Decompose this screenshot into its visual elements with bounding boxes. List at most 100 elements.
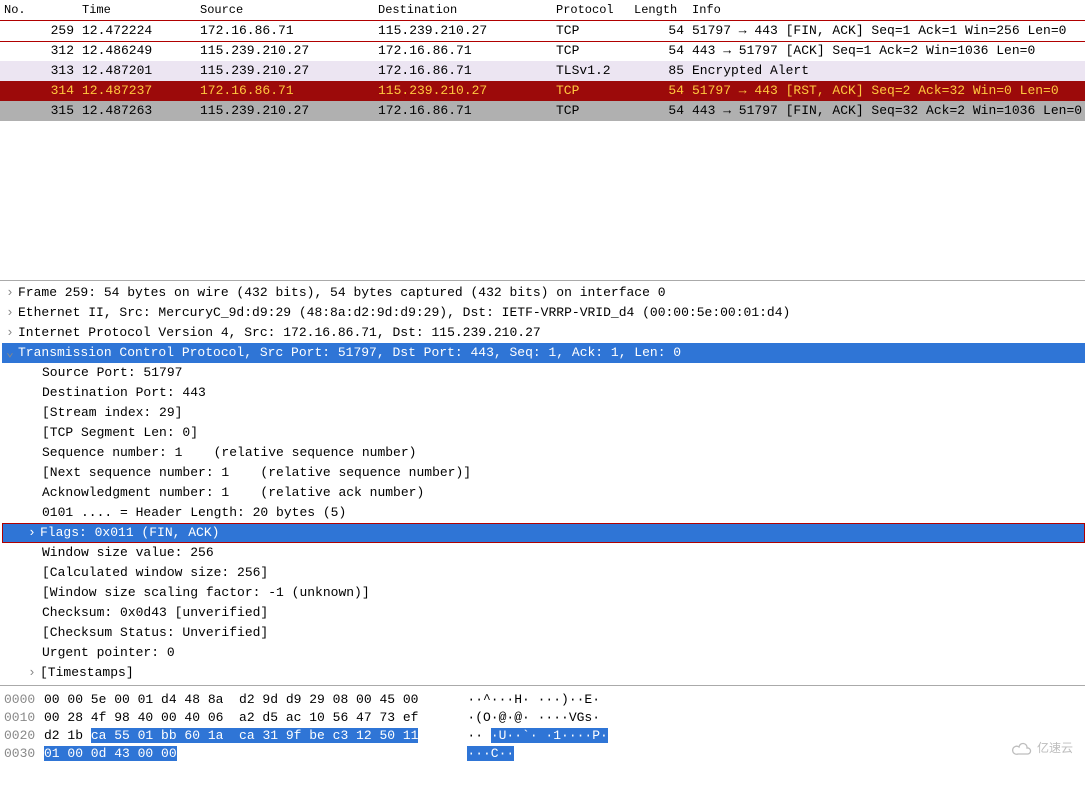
cell-time: 12.472224	[78, 21, 196, 42]
packet-table[interactable]: No. Time Source Destination Protocol Len…	[0, 0, 1085, 121]
cell-no: 312	[0, 41, 78, 61]
tcp-urgent-pointer[interactable]: Urgent pointer: 0	[2, 643, 1085, 663]
cell-len: 54	[630, 101, 688, 121]
hex-row[interactable]: 003001 00 0d 43 00 00 ···C··	[4, 744, 1085, 762]
cell-len: 54	[630, 81, 688, 101]
cell-dst: 115.239.210.27	[374, 21, 552, 42]
table-row[interactable]: 31312.487201115.239.210.27172.16.86.71TL…	[0, 61, 1085, 81]
hex-row[interactable]: 000000 00 5e 00 01 d4 48 8a d2 9d d9 29 …	[4, 690, 1085, 708]
cell-time: 12.487263	[78, 101, 196, 121]
tcp-header-len[interactable]: 0101 .... = Header Length: 20 bytes (5)	[2, 503, 1085, 523]
eth-summary: Ethernet II, Src: MercuryC_9d:d9:29 (48:…	[18, 305, 790, 320]
cell-proto: TCP	[552, 41, 630, 61]
tree-frame[interactable]: ›Frame 259: 54 bytes on wire (432 bits),…	[2, 283, 1085, 303]
tcp-stream-index[interactable]: [Stream index: 29]	[2, 403, 1085, 423]
tcp-srcport[interactable]: Source Port: 51797	[2, 363, 1085, 383]
cell-info: 443 → 51797 [ACK] Seq=1 Ack=2 Win=1036 L…	[688, 41, 1085, 61]
cell-info: 51797 → 443 [FIN, ACK] Seq=1 Ack=1 Win=2…	[688, 21, 1085, 42]
hex-bytes-pane[interactable]: 000000 00 5e 00 01 d4 48 8a d2 9d d9 29 …	[0, 685, 1085, 766]
cell-len: 54	[630, 41, 688, 61]
cell-no: 314	[0, 81, 78, 101]
table-row[interactable]: 31412.487237172.16.86.71115.239.210.27TC…	[0, 81, 1085, 101]
cell-dst: 115.239.210.27	[374, 81, 552, 101]
cell-proto: TCP	[552, 81, 630, 101]
hex-bytes: 01 00 0d 43 00 00	[44, 744, 444, 764]
table-row[interactable]: 31512.487263115.239.210.27172.16.86.71TC…	[0, 101, 1085, 121]
cell-info: 443 → 51797 [FIN, ACK] Seq=32 Ack=2 Win=…	[688, 101, 1085, 121]
tcp-segment-len[interactable]: [TCP Segment Len: 0]	[2, 423, 1085, 443]
table-row[interactable]: 31212.486249115.239.210.27172.16.86.71TC…	[0, 41, 1085, 61]
tcp-checksum[interactable]: Checksum: 0x0d43 [unverified]	[2, 603, 1085, 623]
chevron-right-icon[interactable]: ›	[28, 523, 40, 543]
cell-no: 313	[0, 61, 78, 81]
col-time[interactable]: Time	[78, 0, 196, 21]
cell-info: Encrypted Alert	[688, 61, 1085, 81]
packet-table-header[interactable]: No. Time Source Destination Protocol Len…	[0, 0, 1085, 21]
hex-ascii: ·· ·U··`· ·1····P·	[467, 726, 607, 746]
packet-details-pane[interactable]: ›Frame 259: 54 bytes on wire (432 bits),…	[0, 280, 1085, 685]
hex-bytes: 00 28 4f 98 40 00 40 06 a2 d5 ac 10 56 4…	[44, 708, 444, 728]
cell-len: 54	[630, 21, 688, 42]
cell-time: 12.487201	[78, 61, 196, 81]
hex-ascii: ·(O·@·@· ····VGs·	[467, 708, 600, 728]
tree-ethernet[interactable]: ›Ethernet II, Src: MercuryC_9d:d9:29 (48…	[2, 303, 1085, 323]
col-dest[interactable]: Destination	[374, 0, 552, 21]
cell-time: 12.487237	[78, 81, 196, 101]
cell-dst: 172.16.86.71	[374, 101, 552, 121]
hex-row[interactable]: 001000 28 4f 98 40 00 40 06 a2 d5 ac 10 …	[4, 708, 1085, 726]
tcp-summary: Transmission Control Protocol, Src Port:…	[18, 345, 681, 360]
cell-src: 115.239.210.27	[196, 101, 374, 121]
tcp-dstport[interactable]: Destination Port: 443	[2, 383, 1085, 403]
watermark: 亿速云	[1012, 738, 1073, 758]
tcp-flags[interactable]: ›Flags: 0x011 (FIN, ACK)	[2, 523, 1085, 543]
watermark-text: 亿速云	[1037, 741, 1073, 755]
hex-bytes: d2 1b ca 55 01 bb 60 1a ca 31 9f be c3 1…	[44, 726, 444, 746]
cell-info: 51797 → 443 [RST, ACK] Seq=2 Ack=32 Win=…	[688, 81, 1085, 101]
tcp-window-size[interactable]: Window size value: 256	[2, 543, 1085, 563]
chevron-right-icon[interactable]: ›	[28, 663, 40, 683]
tcp-checksum-status[interactable]: [Checksum Status: Unverified]	[2, 623, 1085, 643]
cell-dst: 172.16.86.71	[374, 41, 552, 61]
chevron-down-icon[interactable]: ⌄	[6, 343, 18, 363]
tcp-seq[interactable]: Sequence number: 1 (relative sequence nu…	[2, 443, 1085, 463]
hex-offset: 0020	[4, 726, 44, 746]
tcp-ack[interactable]: Acknowledgment number: 1 (relative ack n…	[2, 483, 1085, 503]
cell-proto: TLSv1.2	[552, 61, 630, 81]
ip-summary: Internet Protocol Version 4, Src: 172.16…	[18, 325, 541, 340]
cell-no: 315	[0, 101, 78, 121]
tcp-timestamps[interactable]: ›[Timestamps]	[2, 663, 1085, 683]
col-length[interactable]: Length	[630, 0, 688, 21]
hex-offset: 0010	[4, 708, 44, 728]
tcp-calc-window[interactable]: [Calculated window size: 256]	[2, 563, 1085, 583]
tcp-next-seq[interactable]: [Next sequence number: 1 (relative seque…	[2, 463, 1085, 483]
hex-row[interactable]: 0020d2 1b ca 55 01 bb 60 1a ca 31 9f be …	[4, 726, 1085, 744]
chevron-right-icon[interactable]: ›	[6, 303, 18, 323]
tree-ip[interactable]: ›Internet Protocol Version 4, Src: 172.1…	[2, 323, 1085, 343]
col-source[interactable]: Source	[196, 0, 374, 21]
cell-no: 259	[0, 21, 78, 42]
col-info[interactable]: Info	[688, 0, 1085, 21]
cell-proto: TCP	[552, 101, 630, 121]
frame-summary: Frame 259: 54 bytes on wire (432 bits), …	[18, 285, 666, 300]
cell-src: 172.16.86.71	[196, 21, 374, 42]
cloud-icon	[1012, 742, 1034, 756]
cell-time: 12.486249	[78, 41, 196, 61]
hex-ascii: ··^···H· ···)··E·	[467, 690, 600, 710]
hex-ascii: ···C··	[467, 744, 514, 764]
col-no[interactable]: No.	[0, 0, 78, 21]
cell-src: 172.16.86.71	[196, 81, 374, 101]
packet-list-pane[interactable]: No. Time Source Destination Protocol Len…	[0, 0, 1085, 280]
cell-dst: 172.16.86.71	[374, 61, 552, 81]
cell-proto: TCP	[552, 21, 630, 42]
cell-src: 115.239.210.27	[196, 61, 374, 81]
col-proto[interactable]: Protocol	[552, 0, 630, 21]
hex-offset: 0000	[4, 690, 44, 710]
hex-offset: 0030	[4, 744, 44, 764]
chevron-right-icon[interactable]: ›	[6, 323, 18, 343]
tcp-window-scale[interactable]: [Window size scaling factor: -1 (unknown…	[2, 583, 1085, 603]
tree-tcp[interactable]: ⌄Transmission Control Protocol, Src Port…	[2, 343, 1085, 363]
table-row[interactable]: 25912.472224172.16.86.71115.239.210.27TC…	[0, 21, 1085, 42]
chevron-right-icon[interactable]: ›	[6, 283, 18, 303]
cell-len: 85	[630, 61, 688, 81]
hex-bytes: 00 00 5e 00 01 d4 48 8a d2 9d d9 29 08 0…	[44, 690, 444, 710]
